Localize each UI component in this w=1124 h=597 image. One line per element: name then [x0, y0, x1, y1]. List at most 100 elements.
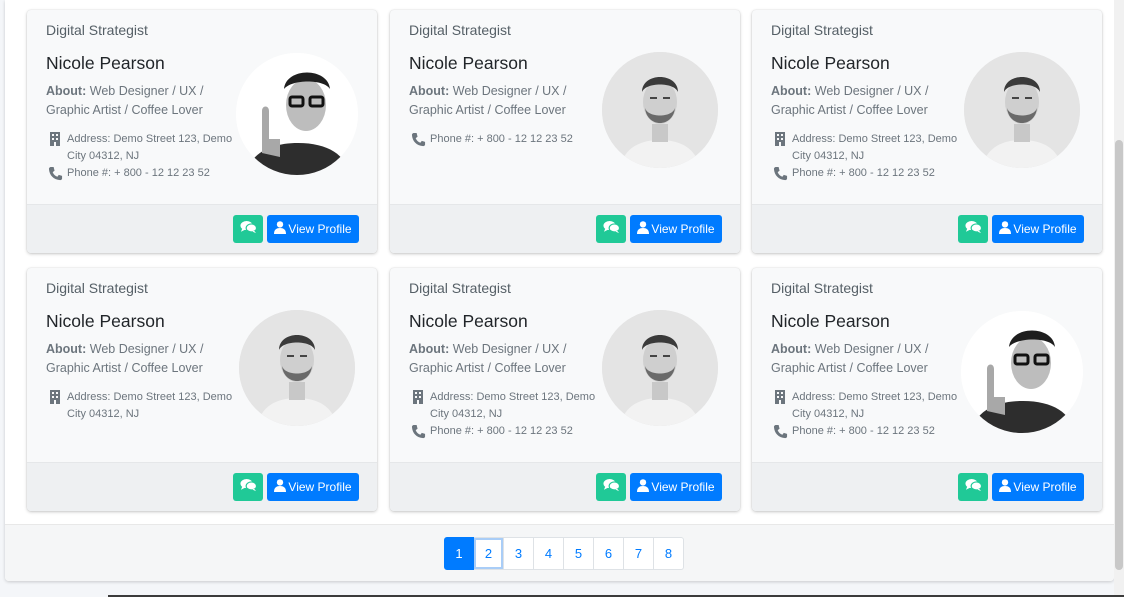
comments-icon [602, 478, 620, 497]
about-label: About: [46, 84, 87, 98]
contact-about: About: Web Designer / UX / Graphic Artis… [46, 82, 236, 120]
page-link-3[interactable]: 3 [504, 537, 534, 570]
view-profile-label: View Profile [1013, 222, 1077, 236]
phone-text: Phone #: + 800 - 12 12 23 52 [430, 425, 573, 437]
page-link-1[interactable]: 1 [444, 537, 474, 570]
contact-role: Digital Strategist [771, 22, 873, 38]
chat-button[interactable] [596, 215, 626, 243]
comments-icon [964, 478, 982, 497]
phone-icon [410, 423, 426, 439]
contact-info: Address: Demo Street 123, Demo City 0431… [771, 389, 971, 440]
view-profile-label: View Profile [288, 222, 352, 236]
comments-icon [239, 220, 257, 239]
chat-button[interactable] [958, 215, 988, 243]
building-icon [47, 389, 63, 405]
contact-about: About: Web Designer / UX / Graphic Artis… [409, 340, 599, 378]
phone-row: Phone #: + 800 - 12 12 23 52 [771, 165, 971, 182]
phone-row: Phone #: + 800 - 12 12 23 52 [409, 423, 609, 440]
card-footer: View Profile [752, 204, 1102, 253]
building-icon [410, 389, 426, 405]
contact-card: Digital Strategist Nicole Pearson About: W… [27, 10, 377, 253]
page-link-5[interactable]: 5 [564, 537, 594, 570]
avatar [602, 310, 718, 426]
contact-name: Nicole Pearson [771, 53, 890, 73]
contact-about: About: Web Designer / UX / Graphic Artis… [46, 340, 236, 378]
scrollbar[interactable] [1114, 0, 1124, 597]
page-link-7[interactable]: 7 [624, 537, 654, 570]
view-profile-button[interactable]: View Profile [992, 215, 1084, 243]
address-text: Address: Demo Street 123, Demo City 0431… [430, 391, 596, 420]
card-footer: View Profile [27, 462, 377, 511]
page-link-8[interactable]: 8 [654, 537, 684, 570]
view-profile-button[interactable]: View Profile [630, 473, 722, 501]
card-footer: View Profile [390, 462, 740, 511]
user-icon [637, 221, 650, 237]
address-text: Address: Demo Street 123, Demo City 0431… [792, 391, 958, 420]
phone-icon [772, 423, 788, 439]
contact-name: Nicole Pearson [771, 311, 890, 331]
contact-about: About: Web Designer / UX / Graphic Artis… [771, 82, 961, 120]
phone-text: Phone #: + 800 - 12 12 23 52 [67, 167, 210, 179]
phone-icon [47, 165, 63, 181]
user-icon [999, 221, 1012, 237]
view-profile-button[interactable]: View Profile [267, 215, 359, 243]
address-row: Address: Demo Street 123, Demo City 0431… [771, 389, 971, 423]
contact-card: Digital Strategist Nicole Pearson About: W… [752, 10, 1102, 253]
chat-button[interactable] [596, 473, 626, 501]
about-label: About: [46, 342, 87, 356]
phone-text: Phone #: + 800 - 12 12 23 52 [792, 167, 935, 179]
contact-role: Digital Strategist [46, 280, 148, 296]
address-row: Address: Demo Street 123, Demo City 0431… [46, 389, 246, 423]
contact-role: Digital Strategist [409, 22, 511, 38]
avatar [961, 311, 1083, 433]
building-icon [772, 389, 788, 405]
page-link-4[interactable]: 4 [534, 537, 564, 570]
address-row: Address: Demo Street 123, Demo City 0431… [409, 389, 609, 423]
address-row: Address: Demo Street 123, Demo City 0431… [46, 131, 246, 165]
phone-text: Phone #: + 800 - 12 12 23 52 [792, 425, 935, 437]
avatar [602, 52, 718, 168]
phone-row: Phone #: + 800 - 12 12 23 52 [771, 423, 971, 440]
contact-info: Address: Demo Street 123, Demo City 0431… [46, 131, 246, 182]
phone-icon [772, 165, 788, 181]
building-icon [47, 131, 63, 147]
avatar [239, 310, 355, 426]
chat-button[interactable] [233, 215, 263, 243]
page-link-2[interactable]: 2 [474, 537, 504, 570]
contact-card: Digital Strategist Nicole Pearson About: W… [27, 268, 377, 511]
contact-role: Digital Strategist [46, 22, 148, 38]
building-icon [772, 131, 788, 147]
view-profile-label: View Profile [1013, 480, 1077, 494]
comments-icon [964, 220, 982, 239]
contact-grid: Digital Strategist Nicole Pearson About: W… [5, 0, 1105, 520]
contact-info: Address: Demo Street 123, Demo City 0431… [409, 389, 609, 440]
contact-info: Address: Demo Street 123, Demo City 0431… [46, 389, 246, 423]
user-icon [637, 479, 650, 495]
chat-button[interactable] [233, 473, 263, 501]
chat-button[interactable] [958, 473, 988, 501]
view-profile-label: View Profile [651, 222, 715, 236]
scrollbar-thumb[interactable] [1115, 140, 1123, 570]
view-profile-label: View Profile [651, 480, 715, 494]
page-link-6[interactable]: 6 [594, 537, 624, 570]
address-text: Address: Demo Street 123, Demo City 0431… [792, 133, 958, 162]
address-text: Address: Demo Street 123, Demo City 0431… [67, 391, 233, 420]
contact-role: Digital Strategist [771, 280, 873, 296]
contact-role: Digital Strategist [409, 280, 511, 296]
view-profile-button[interactable]: View Profile [992, 473, 1084, 501]
card-footer: View Profile [390, 204, 740, 253]
contact-card: Digital Strategist Nicole Pearson About: W… [752, 268, 1102, 511]
view-profile-button[interactable]: View Profile [630, 215, 722, 243]
address-text: Address: Demo Street 123, Demo City 0431… [67, 133, 233, 162]
contact-info: Phone #: + 800 - 12 12 23 52 [409, 131, 609, 148]
avatar [964, 52, 1080, 168]
user-icon [274, 221, 287, 237]
about-label: About: [771, 342, 812, 356]
view-profile-button[interactable]: View Profile [267, 473, 359, 501]
contact-card: Digital Strategist Nicole Pearson About: W… [390, 10, 740, 253]
about-label: About: [409, 342, 450, 356]
contact-name: Nicole Pearson [46, 311, 165, 331]
pagination-footer: 12345678 [5, 524, 1114, 581]
about-label: About: [409, 84, 450, 98]
comments-icon [239, 478, 257, 497]
